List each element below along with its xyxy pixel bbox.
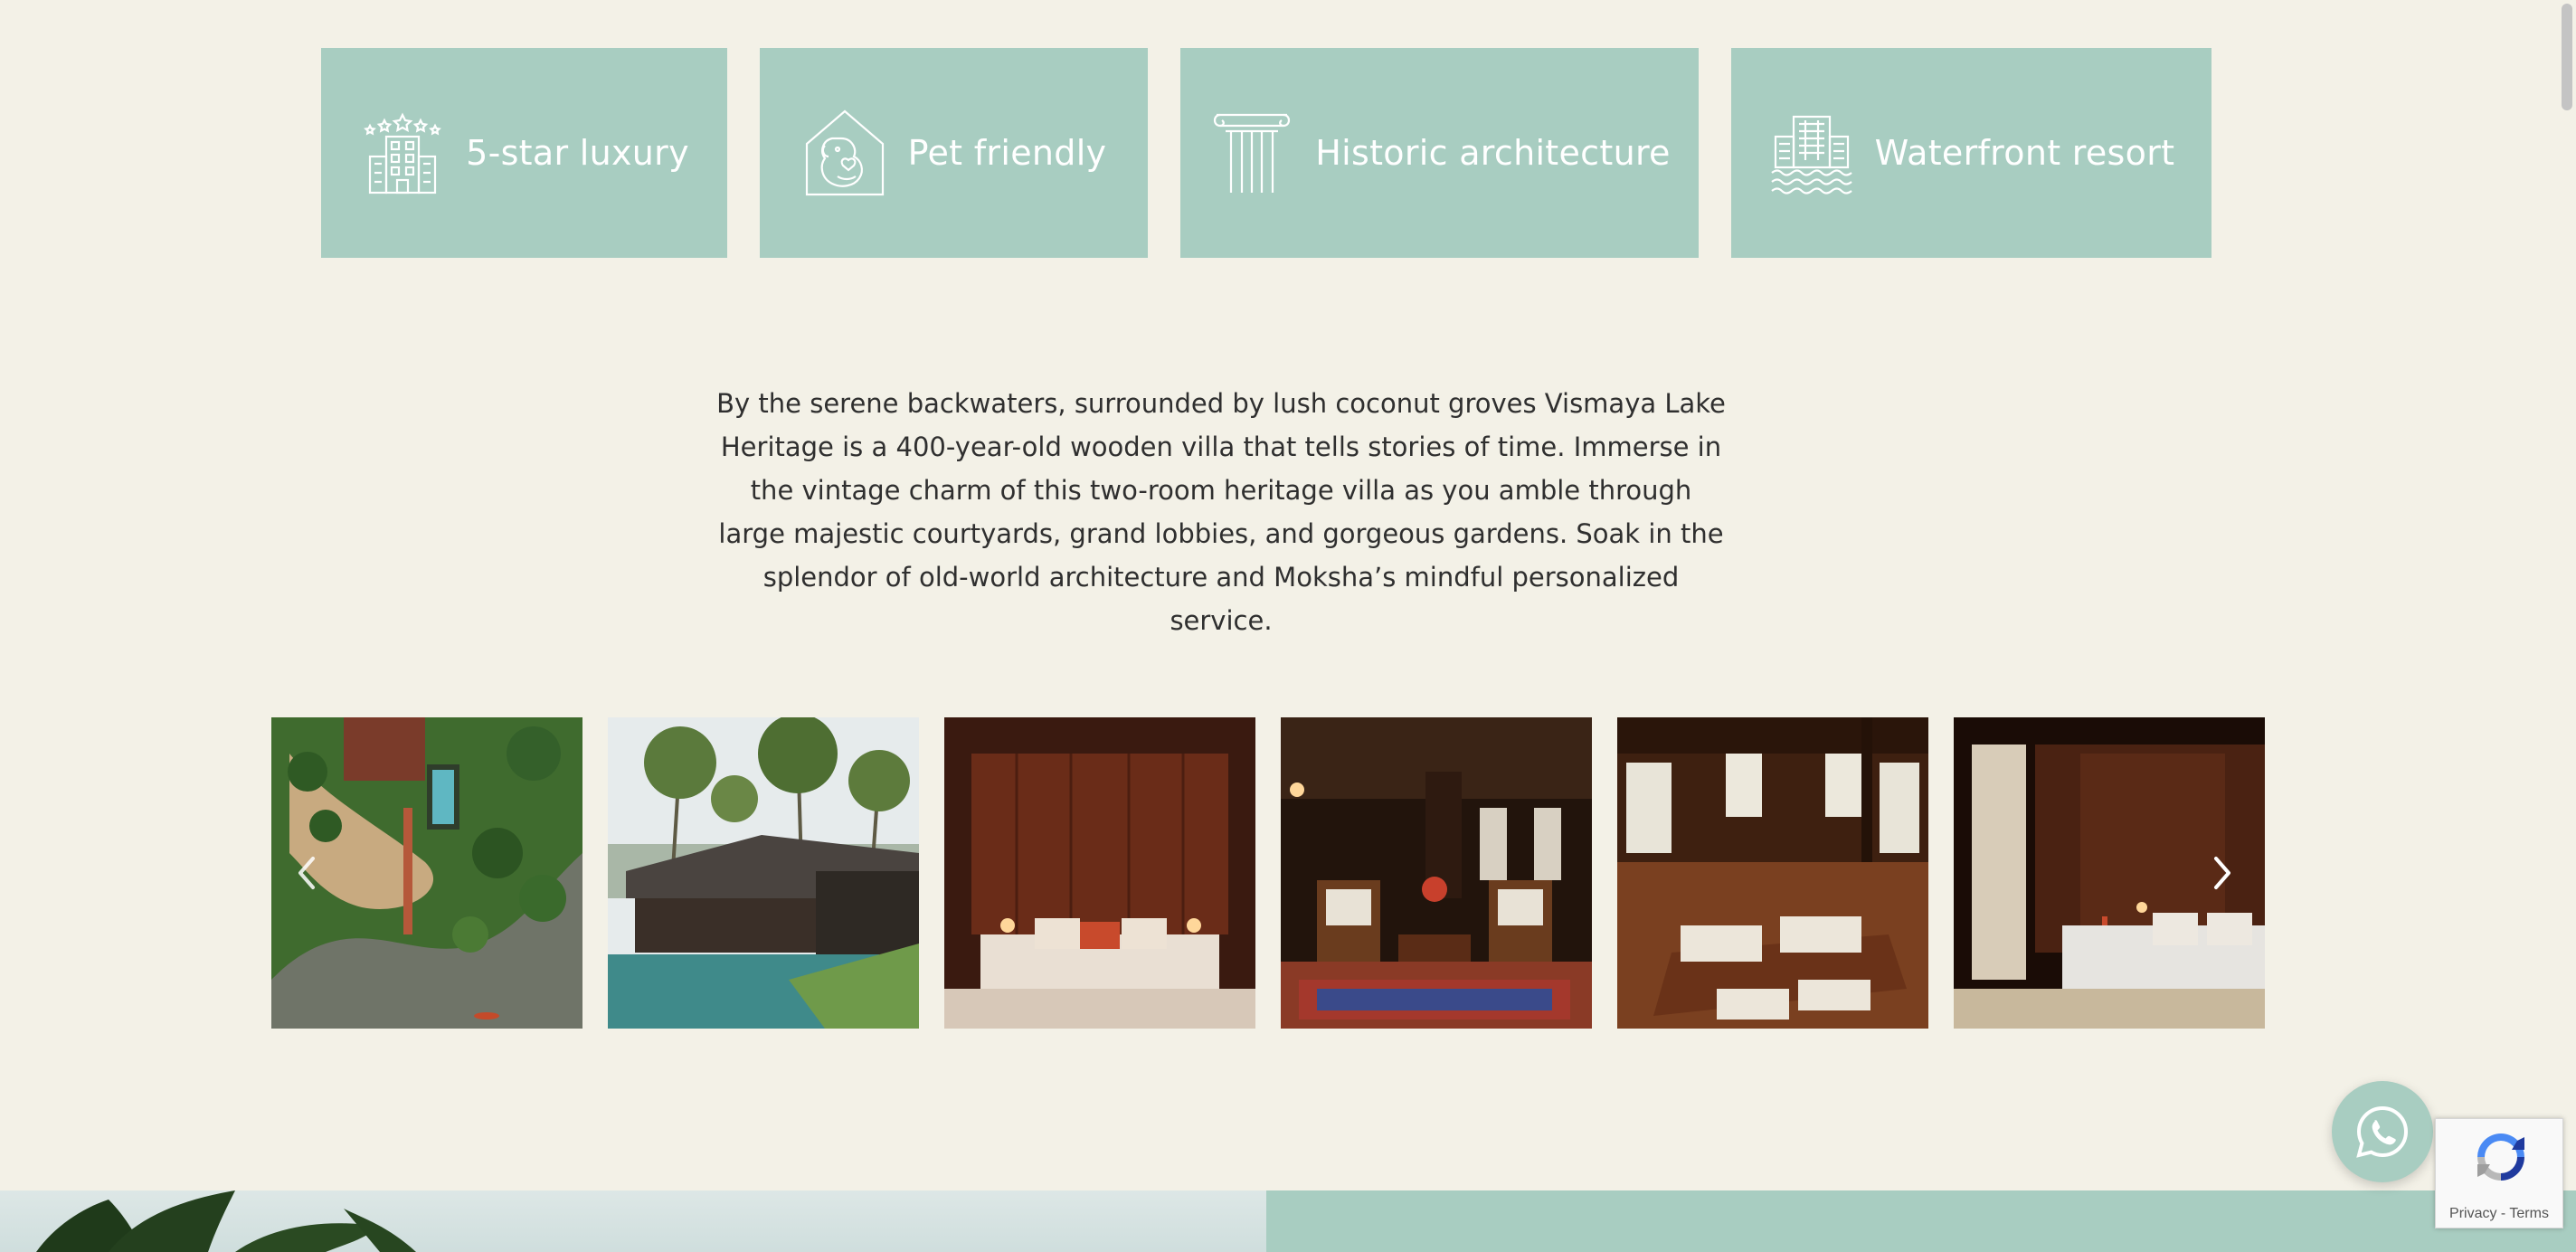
recaptcha-separator: - xyxy=(2496,1206,2510,1221)
pool-pavilion-photo[interactable] xyxy=(608,717,919,1029)
sitting-room-photo[interactable] xyxy=(1281,717,1592,1029)
feature-historic-architecture: Historic architecture xyxy=(1180,48,1699,258)
whatsapp-button[interactable] xyxy=(2332,1081,2433,1182)
recaptcha-links: Privacy - Terms xyxy=(2436,1206,2562,1222)
recaptcha-terms-link[interactable]: Terms xyxy=(2509,1206,2549,1221)
page-scrollbar[interactable] xyxy=(2562,4,2572,110)
hotel-stars-icon xyxy=(359,109,446,196)
swing-bed-photo[interactable] xyxy=(1617,717,1928,1029)
photo-gallery xyxy=(271,717,2265,1029)
gallery-prev-button[interactable] xyxy=(288,853,324,893)
feature-label: Historic architecture xyxy=(1315,133,1671,173)
feature-row: 5-star luxury Pet friendly Historic arch… xyxy=(0,48,2576,258)
feature-waterfront-resort: Waterfront resort xyxy=(1731,48,2211,258)
gallery-next-button[interactable] xyxy=(2205,853,2241,893)
wooden-bedroom-photo[interactable] xyxy=(944,717,1255,1029)
feature-label: Pet friendly xyxy=(907,133,1107,173)
chevron-right-icon xyxy=(2214,857,2230,889)
recaptcha-privacy-link[interactable]: Privacy xyxy=(2449,1206,2496,1221)
pet-house-icon xyxy=(801,109,888,196)
column-icon xyxy=(1208,109,1295,196)
waterfront-building-icon xyxy=(1768,109,1855,196)
bottom-section-image xyxy=(0,1190,1266,1252)
feature-label: 5-star luxury xyxy=(466,133,689,173)
feature-5-star-luxury: 5-star luxury xyxy=(321,48,727,258)
recaptcha-icon xyxy=(2477,1133,2524,1181)
chevron-left-icon xyxy=(298,857,315,889)
feature-label: Waterfront resort xyxy=(1874,133,2175,173)
recaptcha-badge: Privacy - Terms xyxy=(2435,1118,2563,1228)
feature-pet-friendly: Pet friendly xyxy=(760,48,1148,258)
intro-description: By the serene backwaters, surrounded by … xyxy=(716,388,1726,636)
whatsapp-icon xyxy=(2356,1105,2409,1158)
bottom-section-panel xyxy=(1266,1190,2576,1252)
